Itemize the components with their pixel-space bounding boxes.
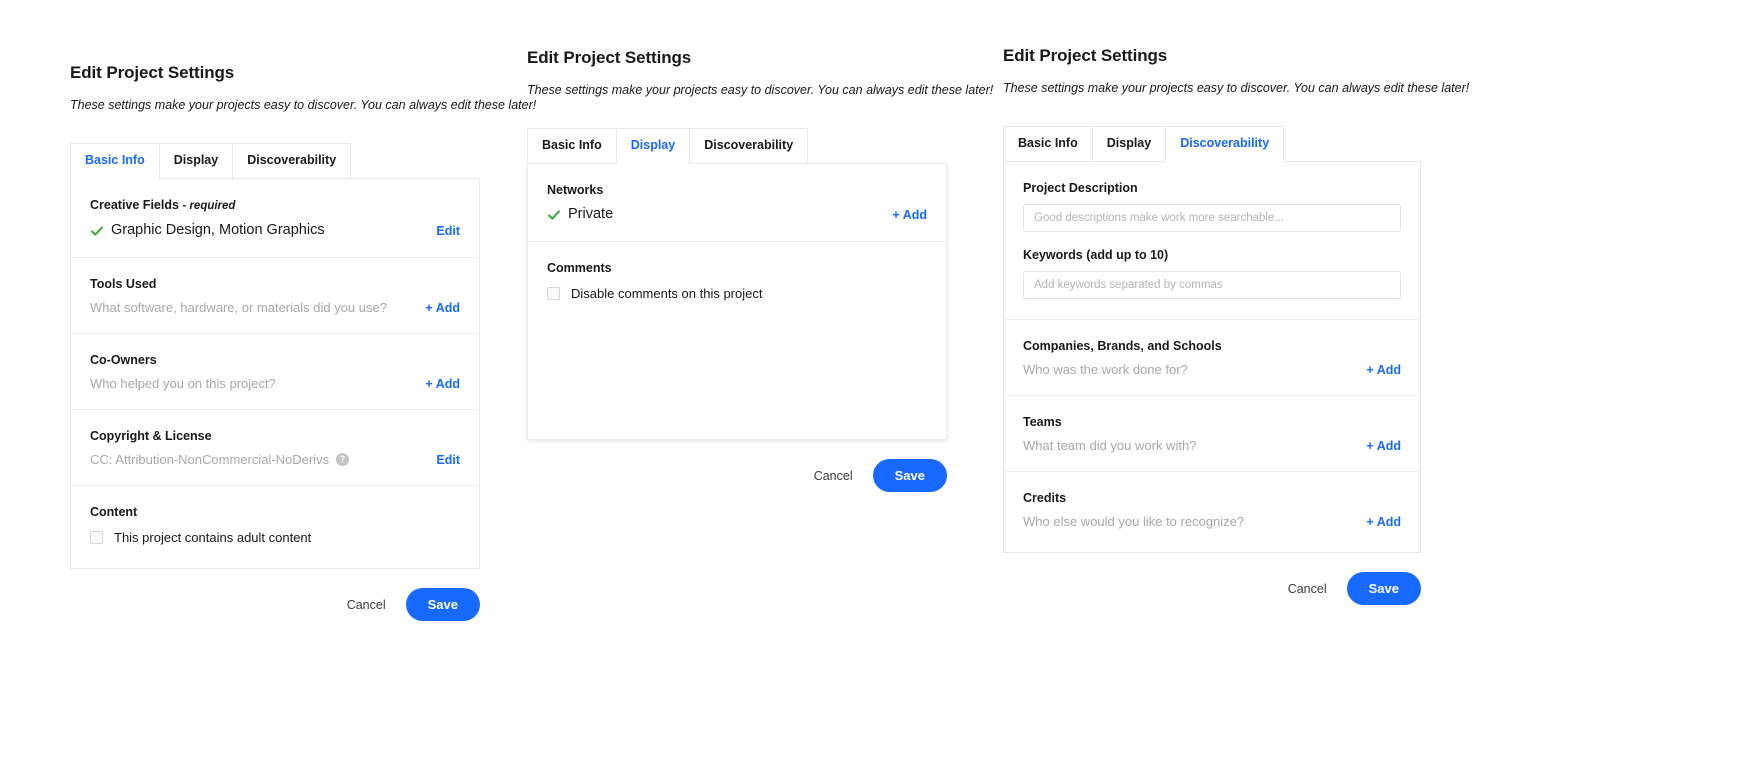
edit-copyright-license-button[interactable]: Edit [436, 452, 460, 468]
tab-basic-info[interactable]: Basic Info [70, 143, 159, 179]
section-creative-fields: Creative Fields - required Graphic Desig… [71, 179, 479, 258]
dialog-subtitle: These settings make your projects easy t… [1003, 81, 1470, 95]
dialog-footer: Cancel Save [70, 588, 480, 621]
keywords-label: Keywords (add up to 10) [1023, 248, 1169, 262]
add-co-owners-button[interactable]: + Add [425, 376, 460, 392]
creative-fields-value-row: Graphic Design, Motion Graphics [90, 221, 325, 240]
settings-dialog-discoverability: Edit Project Settings These settings mak… [1003, 45, 1470, 605]
required-marker: - required [182, 200, 236, 212]
section-heading: Credits [1023, 491, 1067, 505]
page-title: Edit Project Settings [70, 63, 235, 82]
section-heading: Networks [547, 183, 604, 197]
cancel-button[interactable]: Cancel [812, 465, 855, 487]
section-heading: Creative Fields - required [90, 197, 460, 214]
section-heading: Copyright & License [90, 429, 212, 443]
credits-hint: Who else would you like to recognize? [1023, 514, 1245, 529]
tools-used-hint: What software, hardware, or materials di… [90, 300, 387, 315]
copyright-value-row: CC: Attribution-NonCommercial-NoDerivs ? [90, 451, 350, 468]
section-heading-text: Creative Fields [90, 198, 179, 212]
creative-fields-value: Graphic Design, Motion Graphics [111, 222, 325, 238]
section-content: Content This project contains adult cont… [71, 486, 479, 568]
add-network-button[interactable]: + Add [892, 207, 927, 223]
section-heading: Teams [1023, 415, 1062, 429]
tab-basic-info[interactable]: Basic Info [527, 128, 616, 164]
section-comments: Comments Disable comments on this projec… [528, 242, 946, 439]
tab-list: Basic Info Display Discoverability [70, 143, 480, 179]
settings-dialog-display: Edit Project Settings These settings mak… [527, 47, 994, 492]
save-button[interactable]: Save [1346, 572, 1421, 605]
section-credits: Credits Who else would you like to recog… [1004, 472, 1420, 552]
page-title: Edit Project Settings [527, 48, 692, 67]
networks-value-row: Private [547, 205, 613, 224]
dialog-footer: Cancel Save [1003, 572, 1421, 605]
save-button[interactable]: Save [872, 459, 947, 492]
tab-panel-display: Networks Private + Add Comments Disable … [527, 163, 947, 440]
field-keywords: Keywords (add up to 10) [1023, 247, 1401, 299]
section-tools-used: Tools Used What software, hardware, or m… [71, 258, 479, 334]
section-heading: Tools Used [90, 277, 157, 291]
tab-basic-info[interactable]: Basic Info [1003, 126, 1092, 162]
tab-list: Basic Info Display Discoverability [1003, 126, 1421, 162]
section-teams: Teams What team did you work with? + Add [1004, 396, 1420, 472]
tab-panel-basic-info: Creative Fields - required Graphic Desig… [70, 178, 480, 569]
disable-comments-checkbox[interactable] [547, 287, 560, 300]
adult-content-label: This project contains adult content [114, 530, 312, 545]
companies-hint: Who was the work done for? [1023, 362, 1188, 377]
dialog-footer: Cancel Save [527, 459, 947, 492]
adult-content-row[interactable]: This project contains adult content [90, 529, 460, 546]
dialog-subtitle: These settings make your projects easy t… [527, 83, 994, 97]
check-icon [90, 224, 104, 238]
screen: Edit Project Settings These settings mak… [0, 0, 1756, 760]
edit-creative-fields-button[interactable]: Edit [436, 223, 460, 239]
disable-comments-row[interactable]: Disable comments on this project [547, 285, 927, 302]
tab-list: Basic Info Display Discoverability [527, 128, 947, 164]
tab-panel-discoverability: Project Description Keywords (add up to … [1003, 161, 1421, 553]
project-description-label: Project Description [1023, 181, 1138, 195]
section-co-owners: Co-Owners Who helped you on this project… [71, 334, 479, 410]
cancel-button[interactable]: Cancel [1286, 578, 1329, 600]
tab-discoverability[interactable]: Discoverability [689, 128, 809, 164]
save-button[interactable]: Save [405, 588, 480, 621]
help-icon[interactable]: ? [336, 453, 350, 466]
section-companies-brands-schools: Companies, Brands, and Schools Who was t… [1004, 320, 1420, 396]
copyright-license-value: CC: Attribution-NonCommercial-NoDerivs [90, 452, 330, 467]
networks-value: Private [568, 206, 614, 222]
panel-filler [547, 302, 927, 422]
tab-display[interactable]: Display [615, 128, 690, 164]
tab-discoverability[interactable]: Discoverability [1165, 126, 1285, 162]
keywords-input[interactable] [1023, 271, 1401, 299]
add-companies-button[interactable]: + Add [1366, 362, 1401, 378]
section-heading: Comments [547, 261, 612, 275]
dialog-subtitle: These settings make your projects easy t… [70, 98, 537, 112]
cancel-button[interactable]: Cancel [345, 594, 388, 616]
section-heading: Co-Owners [90, 353, 157, 367]
co-owners-hint: Who helped you on this project? [90, 376, 276, 391]
tab-display[interactable]: Display [1091, 126, 1166, 162]
section-copyright-license: Copyright & License CC: Attribution-NonC… [71, 410, 479, 486]
section-heading: Content [90, 505, 138, 519]
add-tools-used-button[interactable]: + Add [425, 300, 460, 316]
add-credits-button[interactable]: + Add [1366, 514, 1401, 530]
adult-content-checkbox[interactable] [90, 531, 103, 544]
settings-dialog-basic-info: Edit Project Settings These settings mak… [70, 62, 537, 621]
project-description-input[interactable] [1023, 204, 1401, 232]
disable-comments-label: Disable comments on this project [571, 286, 763, 301]
tab-display[interactable]: Display [158, 143, 233, 179]
field-project-description: Project Description [1023, 180, 1401, 232]
section-networks: Networks Private + Add [528, 164, 946, 242]
section-description-keywords: Project Description Keywords (add up to … [1004, 162, 1420, 320]
check-icon [547, 208, 561, 222]
add-teams-button[interactable]: + Add [1366, 438, 1401, 454]
section-heading: Companies, Brands, and Schools [1023, 339, 1222, 353]
page-title: Edit Project Settings [1003, 46, 1168, 65]
teams-hint: What team did you work with? [1023, 438, 1197, 453]
tab-discoverability[interactable]: Discoverability [232, 143, 352, 179]
